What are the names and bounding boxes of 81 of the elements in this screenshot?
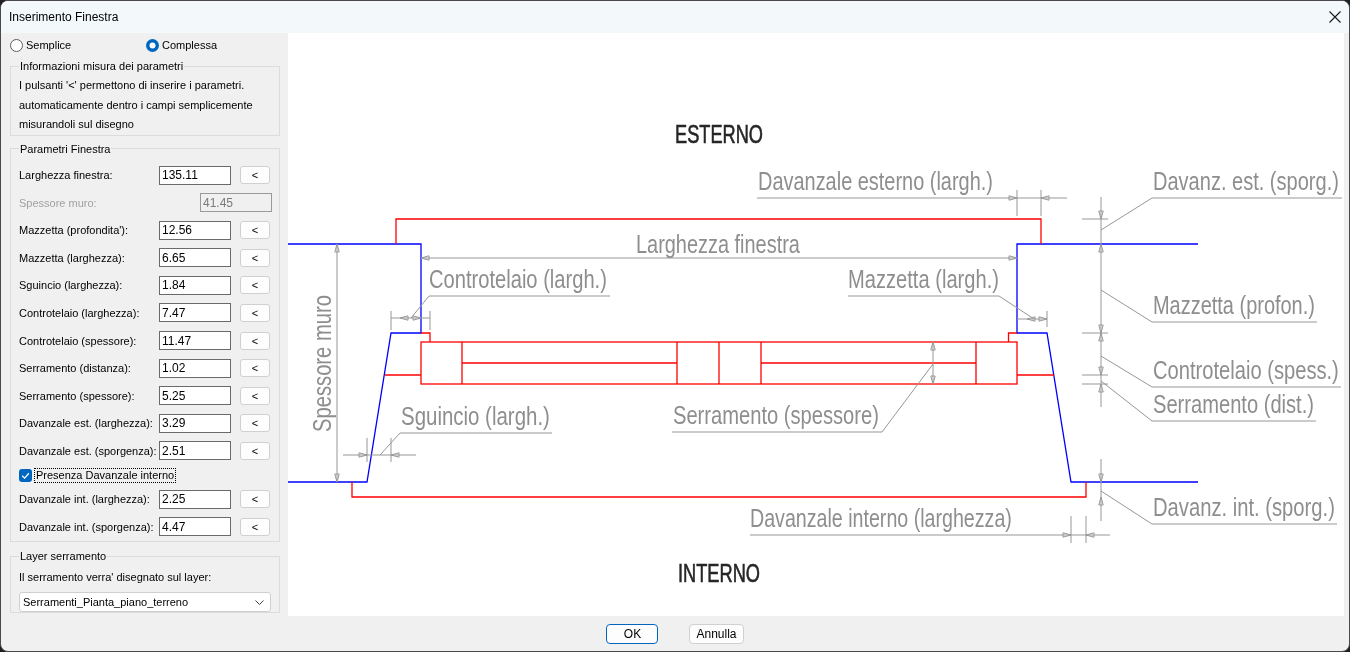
dimension-line xyxy=(930,341,936,385)
dimension-label: Mazzetta (largh.) xyxy=(848,264,999,294)
ok-button[interactable]: OK xyxy=(606,623,659,644)
parameter-field[interactable]: 12.56 xyxy=(159,220,231,240)
field-label: Larghezza finestra: xyxy=(19,169,114,181)
leader-line xyxy=(881,363,934,433)
field-label: Davanzale est. (larghezza): xyxy=(19,417,154,430)
parameter-field[interactable]: 2.51 xyxy=(159,441,231,461)
side-label: ESTERNO xyxy=(675,120,763,149)
leader-line xyxy=(1100,355,1153,388)
leader-line xyxy=(1100,289,1153,323)
field-label: Sguincio (larghezza): xyxy=(19,279,124,292)
group-title: Informazioni misura dei parametri xyxy=(19,59,185,73)
parameter-field[interactable]: 2.25 xyxy=(159,489,231,509)
dimension-label: Sguincio (largh.) xyxy=(401,402,550,431)
pick-button[interactable]: < xyxy=(240,386,270,405)
leader-line xyxy=(1100,490,1153,525)
field-label: Controtelaio (larghezza): xyxy=(19,306,141,319)
field-label: Davanzale int. (sporgenza): xyxy=(19,520,155,533)
parameter-field[interactable]: 11.47 xyxy=(159,331,231,351)
checkbox[interactable] xyxy=(19,468,32,482)
pick-button[interactable]: < xyxy=(240,276,270,295)
parameter-field[interactable]: 7.47 xyxy=(159,303,231,323)
group-title: Layer serramento xyxy=(19,549,108,564)
dimension-label: Davanzale esterno (largh.) xyxy=(758,167,993,196)
layer-dropdown[interactable]: Serramenti_Pianta_piano_terreno xyxy=(19,592,271,613)
pick-button[interactable]: < xyxy=(240,441,270,460)
leader-line xyxy=(379,432,401,456)
field-label: Serramento (spessore): xyxy=(19,389,136,402)
pick-button[interactable]: < xyxy=(240,221,270,240)
field-label: Davanzale int. (larghezza): xyxy=(19,493,151,506)
group-title: Parametri Finestra xyxy=(19,141,112,156)
dimension-label: Spessore muro xyxy=(307,295,337,432)
field-label: Controtelaio (spessore): xyxy=(19,334,138,347)
field-label: Spessore muro: xyxy=(19,196,98,209)
pick-button[interactable]: < xyxy=(240,331,270,350)
dimension-label: Mazzetta (profon.) xyxy=(1153,291,1315,320)
pick-button[interactable]: < xyxy=(240,359,270,378)
dimension-label: Davanz. est. (sporg.) xyxy=(1153,166,1339,196)
parameter-field[interactable]: 1.02 xyxy=(159,358,231,378)
pick-button[interactable]: < xyxy=(240,414,270,433)
leader-line xyxy=(998,295,1035,320)
dimension-label: Serramento (spessore) xyxy=(673,400,879,430)
dimension-label: Larghezza finestra xyxy=(636,230,800,259)
leader-line xyxy=(1100,197,1153,231)
dimension-label: Davanzale interno (larghezza) xyxy=(750,504,1012,533)
parameter-field[interactable]: 1.84 xyxy=(159,275,231,295)
side-label: INTERNO xyxy=(678,559,760,588)
dimension-label: Serramento (dist.) xyxy=(1153,389,1314,419)
layer-prompt: Il serramento verra' disegnato sul layer: xyxy=(19,570,213,586)
field-label: Davanzale est. (sporgenza): xyxy=(19,444,158,457)
subframe-outline xyxy=(1007,332,1055,376)
checkbox-label[interactable]: Presenza Davanzale interno xyxy=(34,467,177,483)
pick-button[interactable]: < xyxy=(240,303,270,322)
radio-option[interactable]: Complessa xyxy=(146,38,218,52)
window-title: Inserimento Finestra xyxy=(9,10,119,24)
info-text: I pulsanti '<' permettono di inserire i parametri. automaticamente dentro i campi semplicemente misurandoli sul disegno xyxy=(19,78,254,132)
dimension-line xyxy=(1016,310,1048,328)
subframe-outline xyxy=(384,332,431,376)
pick-button[interactable]: < xyxy=(240,490,270,509)
field-label: Serramento (distanza): xyxy=(19,362,132,375)
leader-line xyxy=(1100,380,1153,422)
pick-button[interactable]: < xyxy=(240,517,270,536)
field-label: Mazzetta (larghezza): xyxy=(19,251,126,264)
pick-button[interactable]: < xyxy=(240,166,270,184)
dimension-line xyxy=(390,310,431,331)
dimension-label: Davanz. int. (sporg.) xyxy=(1153,492,1335,522)
pick-button[interactable]: < xyxy=(240,248,270,267)
close-icon xyxy=(1329,11,1341,23)
dimension-label: Controtelaio (largh.) xyxy=(429,264,607,294)
field-label: Mazzetta (profondita'): xyxy=(19,224,130,237)
parameter-field[interactable]: 4.47 xyxy=(159,517,231,537)
parameter-field[interactable]: 3.29 xyxy=(159,413,231,433)
caret-icon xyxy=(255,599,264,605)
radio-option[interactable]: Semplice xyxy=(10,38,72,52)
leader-line xyxy=(410,295,430,319)
parameter-field[interactable]: 6.65 xyxy=(159,248,231,268)
parameter-field[interactable]: 5.25 xyxy=(159,386,231,406)
dimension-label: Controtelaio (spess.) xyxy=(1153,355,1339,385)
parameter-field[interactable]: 135.11 xyxy=(159,165,231,185)
cancel-button[interactable]: Annulla xyxy=(689,623,744,644)
